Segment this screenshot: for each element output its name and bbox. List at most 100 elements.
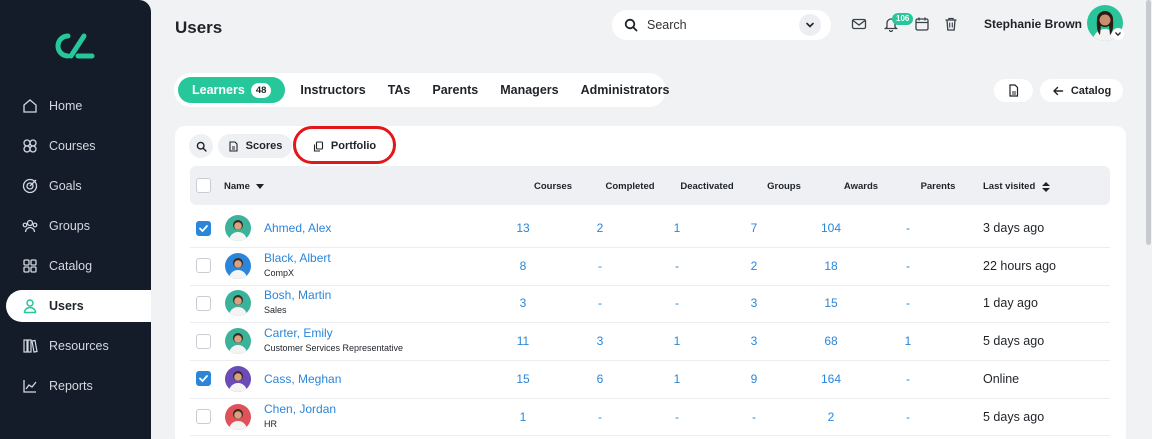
row-checkbox[interactable] [196, 258, 211, 274]
row-last-visited: 1 day ago [983, 296, 1038, 311]
sidebar-item-reports[interactable]: Reports [6, 370, 151, 402]
tab-parents[interactable]: Parents [421, 77, 489, 103]
chevron-down-icon [806, 22, 814, 28]
column-header-awards[interactable]: Awards [821, 181, 901, 192]
search-input[interactable]: Search [612, 10, 831, 40]
column-header-last-visited[interactable]: Last visited [983, 181, 1051, 192]
row-groups-value[interactable]: 7 [724, 221, 784, 235]
search-icon [196, 141, 207, 152]
row-groups-value[interactable]: 9 [724, 372, 784, 386]
page-title: Users [175, 18, 223, 37]
row-deactivated-value[interactable]: 1 [647, 372, 707, 386]
sidebar-item-home[interactable]: Home [6, 90, 151, 122]
portfolio-highlight-annotation [293, 126, 396, 164]
groups-icon [22, 219, 38, 233]
row-checkbox[interactable] [196, 409, 211, 424]
row-completed-value: - [598, 409, 602, 424]
row-courses-value[interactable]: 1 [493, 410, 553, 424]
row-completed-value[interactable]: 3 [570, 334, 630, 348]
row-deactivated-value[interactable]: 1 [647, 221, 707, 235]
column-header-courses[interactable]: Courses [513, 181, 593, 192]
mail-icon[interactable] [851, 16, 867, 32]
row-divider [190, 284, 1110, 286]
row-checkbox[interactable] [196, 220, 211, 236]
tab-learners[interactable]: Learners 48 [178, 77, 286, 103]
row-deactivated-value[interactable]: 1 [647, 334, 707, 348]
column-label: Last visited [983, 181, 1036, 192]
row-awards-value[interactable]: 104 [801, 221, 861, 235]
row-last-visited: 5 days ago [983, 334, 1045, 349]
row-groups-value[interactable]: 3 [724, 334, 784, 348]
courses-icon [23, 139, 37, 153]
app-logo[interactable] [54, 32, 96, 60]
column-header-groups[interactable]: Groups [744, 181, 824, 192]
row-courses-value[interactable]: 13 [493, 221, 553, 235]
row-awards-value[interactable]: 18 [801, 259, 861, 273]
row-parents-value[interactable]: 1 [878, 334, 938, 348]
sidebar-item-groups[interactable]: Groups [6, 210, 151, 242]
sidebar: Home Courses Goals Groups Catalog Users … [0, 0, 151, 439]
check-icon [199, 375, 208, 383]
sidebar-item-catalog[interactable]: Catalog [6, 250, 151, 282]
select-all-checkbox[interactable] [196, 178, 211, 193]
row-groups-value[interactable]: 3 [724, 296, 784, 310]
row-checkbox[interactable] [196, 333, 211, 349]
row-completed-value: - [598, 258, 602, 273]
column-label: Name [224, 181, 250, 192]
check-icon [199, 224, 208, 232]
export-file-icon [1009, 84, 1019, 97]
sidebar-item-courses[interactable]: Courses [6, 130, 151, 162]
row-user-name-link[interactable]: Chen, Jordan [264, 402, 336, 416]
export-button[interactable] [994, 79, 1033, 102]
column-header-completed[interactable]: Completed [590, 181, 670, 192]
row-awards-value[interactable]: 164 [801, 372, 861, 386]
row-avatar[interactable] [225, 252, 251, 279]
row-courses-value[interactable]: 3 [493, 296, 553, 310]
row-checkbox[interactable] [196, 371, 211, 387]
tab-tas[interactable]: TAs [377, 77, 422, 103]
row-user-name-link[interactable]: Black, Albert [264, 251, 331, 265]
column-header-parents[interactable]: Parents [898, 181, 978, 192]
sidebar-item-users[interactable]: Users [6, 290, 151, 322]
row-avatar[interactable] [225, 328, 251, 355]
table-search-button[interactable] [189, 134, 213, 158]
row-completed-value[interactable]: 6 [570, 372, 630, 386]
row-user-name-link[interactable]: Bosh, Martin [264, 288, 331, 302]
calendar-icon[interactable] [914, 16, 930, 32]
row-completed-value[interactable]: 2 [570, 221, 630, 235]
books-icon [23, 339, 38, 353]
catalog-button[interactable]: Catalog [1040, 79, 1123, 102]
row-awards-value[interactable]: 2 [801, 410, 861, 424]
row-awards-value[interactable]: 68 [801, 334, 861, 348]
row-checkbox[interactable] [196, 295, 211, 311]
user-menu-chevron[interactable] [1112, 28, 1124, 40]
row-avatar[interactable] [225, 215, 251, 241]
search-dropdown-button[interactable] [799, 14, 821, 36]
grid-icon [23, 259, 37, 273]
trash-icon[interactable] [943, 16, 959, 32]
column-header-deactivated[interactable]: Deactivated [667, 181, 747, 192]
row-user-name-link[interactable]: Carter, Emily [264, 326, 333, 340]
tab-instructors[interactable]: Instructors [289, 77, 376, 103]
row-groups-value[interactable]: 2 [724, 259, 784, 273]
sidebar-item-goals[interactable]: Goals [6, 170, 151, 202]
row-courses-value[interactable]: 11 [493, 334, 553, 348]
tab-managers[interactable]: Managers [489, 77, 569, 103]
sidebar-item-label: Users [49, 299, 84, 313]
scores-button[interactable]: Scores [218, 134, 292, 158]
document-icon [229, 140, 238, 152]
column-header-name[interactable]: Name [224, 181, 264, 192]
row-courses-value[interactable]: 15 [493, 372, 553, 386]
page-scrollbar[interactable] [1146, 0, 1151, 245]
row-awards-value[interactable]: 15 [801, 296, 861, 310]
row-user-name-link[interactable]: Cass, Meghan [264, 372, 341, 386]
row-avatar[interactable] [225, 365, 251, 392]
sort-both-icon [1042, 181, 1051, 192]
tab-administrators[interactable]: Administrators [570, 77, 681, 103]
avatar-portrait [229, 370, 247, 392]
row-avatar[interactable] [225, 403, 251, 430]
sidebar-item-resources[interactable]: Resources [6, 330, 151, 362]
user-name[interactable]: Stephanie Brown [984, 17, 1082, 31]
row-courses-value[interactable]: 8 [493, 259, 553, 273]
row-user-name-link[interactable]: Ahmed, Alex [264, 221, 331, 235]
